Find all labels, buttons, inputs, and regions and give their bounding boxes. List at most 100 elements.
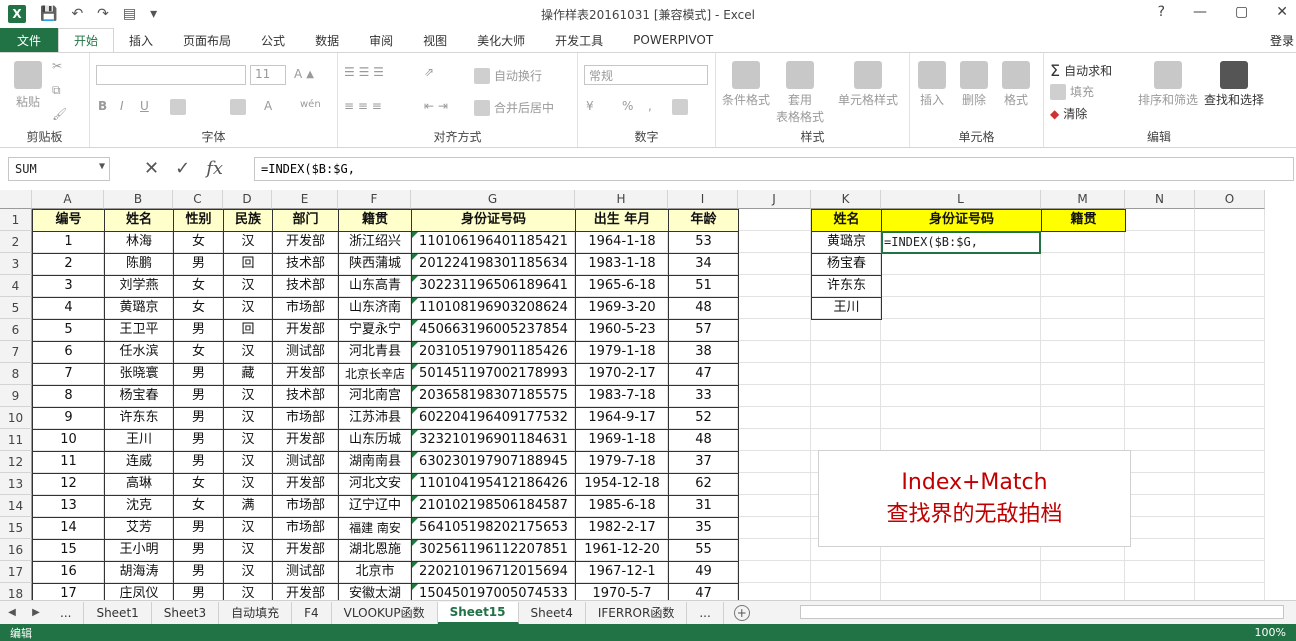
table-cell[interactable]: 市场部 — [272, 517, 339, 540]
sheet-tab[interactable]: ... — [687, 601, 724, 624]
table-cell[interactable]: 福建 南安 — [338, 517, 412, 540]
table-cell[interactable]: 许东东 — [104, 407, 174, 430]
grid-cell[interactable] — [1125, 385, 1195, 407]
table-cell[interactable]: 市场部 — [272, 495, 339, 518]
table-cell[interactable]: 37 — [668, 451, 739, 474]
table-cell[interactable]: 女 — [173, 297, 224, 320]
horizontal-scrollbar[interactable] — [800, 605, 1284, 619]
table-cell[interactable]: 5 — [32, 319, 105, 342]
table-cell[interactable]: 1969-3-20 — [575, 297, 669, 320]
help-button[interactable]: ? — [1158, 4, 1165, 20]
sheet-tab[interactable]: VLOOKUP函数 — [332, 601, 438, 624]
table-cell[interactable]: 湖北恩施 — [338, 539, 412, 562]
grid-cell[interactable] — [1195, 297, 1265, 319]
grid-cell[interactable] — [1041, 253, 1125, 275]
table-cell[interactable]: 1 — [32, 231, 105, 254]
redo-icon[interactable]: ↷ — [97, 6, 109, 22]
table-cell[interactable]: 302561196112207851 — [411, 539, 576, 562]
tab-view[interactable]: 视图 — [408, 28, 462, 52]
grid-cell[interactable] — [811, 407, 881, 429]
grid-cell[interactable] — [1125, 473, 1195, 495]
table-cell[interactable]: 9 — [32, 407, 105, 430]
fill-button[interactable]: 填充 — [1050, 83, 1094, 100]
grid-cell[interactable] — [738, 319, 811, 341]
table-header-cell[interactable]: 性别 — [173, 209, 224, 232]
table-cell[interactable]: 31 — [668, 495, 739, 518]
row-header[interactable]: 8 — [0, 363, 32, 385]
grid-cell[interactable] — [1125, 495, 1195, 517]
table-cell[interactable]: 汉 — [223, 539, 273, 562]
table-cell[interactable]: 胡海涛 — [104, 561, 174, 584]
wrap-text-button[interactable]: 自动换行 — [474, 67, 542, 84]
table-cell[interactable]: 湖南南县 — [338, 451, 412, 474]
grid-cell[interactable] — [1195, 253, 1265, 275]
table-cell[interactable]: 藏 — [223, 363, 273, 386]
row-header[interactable]: 18 — [0, 583, 32, 600]
table-cell[interactable]: 17 — [32, 583, 105, 600]
indent-icon[interactable]: ⇤ ⇥ — [424, 99, 448, 113]
table-cell[interactable]: 测试部 — [272, 451, 339, 474]
grid-cell[interactable] — [738, 297, 811, 319]
clear-button[interactable]: ◆ 清除 — [1050, 105, 1087, 122]
grid-cell[interactable] — [738, 473, 811, 495]
grid-cell[interactable] — [1195, 517, 1265, 539]
table-header-cell[interactable]: 年龄 — [668, 209, 739, 232]
grid-cell[interactable] — [811, 561, 881, 583]
login-link[interactable]: 登录 — [1270, 32, 1294, 49]
table-cell[interactable]: 辽宁辽中 — [338, 495, 412, 518]
grid-cell[interactable] — [738, 407, 811, 429]
grid-cell[interactable] — [881, 253, 1041, 275]
grid-cell[interactable] — [811, 385, 881, 407]
table-cell[interactable]: 安徽太湖 — [338, 583, 412, 600]
table-cell[interactable]: 1985-6-18 — [575, 495, 669, 518]
grid-cell[interactable] — [1195, 209, 1265, 231]
grid-cell[interactable] — [1125, 297, 1195, 319]
table-cell[interactable]: 河北南宫 — [338, 385, 412, 408]
column-header[interactable]: F — [338, 190, 411, 209]
table-cell[interactable]: 48 — [668, 429, 739, 452]
decimal-icon[interactable] — [672, 99, 688, 115]
table-cell[interactable]: 34 — [668, 253, 739, 276]
lookup-header-cell[interactable]: 姓名 — [811, 209, 882, 232]
row-header[interactable]: 13 — [0, 473, 32, 495]
grid-cell[interactable] — [881, 297, 1041, 319]
table-cell[interactable]: 1979-7-18 — [575, 451, 669, 474]
table-cell[interactable]: 4 — [32, 297, 105, 320]
table-cell[interactable]: 男 — [173, 429, 224, 452]
bold-button[interactable]: B — [98, 99, 107, 113]
grid-cell[interactable] — [738, 363, 811, 385]
grid-cell[interactable] — [1041, 407, 1125, 429]
table-cell[interactable]: 王川 — [104, 429, 174, 452]
grid-cell[interactable] — [738, 495, 811, 517]
zoom-level[interactable]: 100% — [1255, 626, 1286, 639]
table-cell[interactable]: 1970-5-7 — [575, 583, 669, 600]
sheet-tab[interactable]: 自动填充 — [219, 601, 293, 624]
grid-cell[interactable] — [881, 341, 1041, 363]
table-cell[interactable]: 汉 — [223, 561, 273, 584]
table-cell[interactable]: 1967-12-1 — [575, 561, 669, 584]
grid-cell[interactable] — [881, 429, 1041, 451]
table-cell[interactable]: 宁夏永宁 — [338, 319, 412, 342]
table-cell[interactable]: 630230197907188945 — [411, 451, 576, 474]
print-preview-icon[interactable]: ▤ — [123, 6, 136, 22]
table-header-cell[interactable]: 姓名 — [104, 209, 174, 232]
worksheet-grid[interactable]: A B C D E F G H I J K L M N O 1 2 3 4 5 6 7 8 9 10 11 12 13 14 15 16 17… — [0, 190, 1296, 600]
grid-cell[interactable] — [1041, 275, 1125, 297]
grid-cell[interactable] — [738, 385, 811, 407]
sheet-tab[interactable]: Sheet15 — [437, 601, 519, 624]
row-header[interactable]: 7 — [0, 341, 32, 363]
grid-cell[interactable] — [811, 341, 881, 363]
enter-button[interactable]: ✓ — [175, 158, 190, 179]
lookup-header-cell[interactable]: 籍贯 — [1041, 209, 1126, 232]
column-header[interactable]: D — [223, 190, 272, 209]
format-as-table-button[interactable]: 套用 表格格式 — [776, 61, 824, 125]
table-cell[interactable]: 汉 — [223, 451, 273, 474]
align-left-icon[interactable]: ≡ ≡ ≡ — [344, 99, 382, 113]
table-cell[interactable]: 210102198506184587 — [411, 495, 576, 518]
table-cell[interactable]: 男 — [173, 363, 224, 386]
grid-cell[interactable] — [1125, 231, 1195, 253]
grid-cell[interactable] — [738, 341, 811, 363]
table-cell[interactable]: 开发部 — [272, 319, 339, 342]
grid-cell[interactable] — [1195, 319, 1265, 341]
grid-cell[interactable] — [738, 253, 811, 275]
